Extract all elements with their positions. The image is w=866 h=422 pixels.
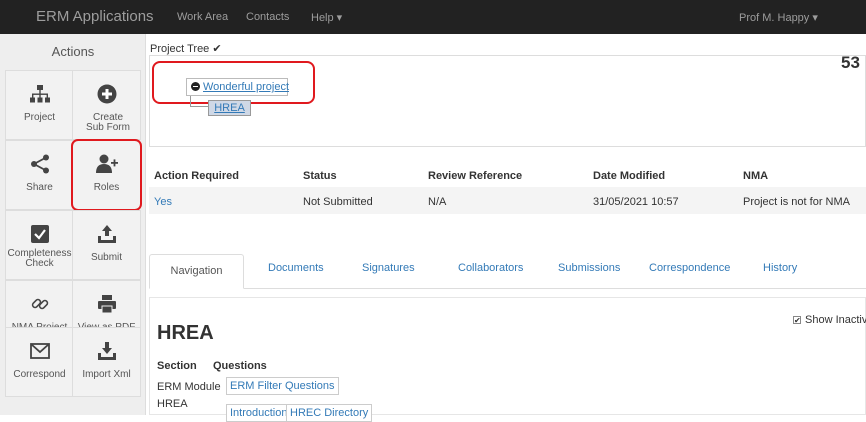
collapse-icon[interactable] xyxy=(191,82,200,91)
import-xml-label: Import Xml xyxy=(82,369,131,380)
import-icon xyxy=(73,340,140,362)
roles-action[interactable]: Roles xyxy=(71,139,142,211)
questions-header: Questions xyxy=(213,360,267,372)
tab-signatures[interactable]: Signatures xyxy=(362,262,415,274)
create-sub-form-action[interactable]: Create Sub Form xyxy=(72,70,141,140)
hrec-directory-link[interactable]: HREC Directory xyxy=(286,404,373,422)
share-action-label: Share xyxy=(26,182,53,193)
project-number: 53 xyxy=(841,53,860,72)
roles-action-label: Roles xyxy=(93,182,120,193)
col-date-modified: Date Modified xyxy=(593,170,666,182)
tree-node-child[interactable]: HREA xyxy=(208,100,251,116)
import-xml-action[interactable]: Import Xml xyxy=(72,327,141,397)
plus-circle-icon xyxy=(73,83,140,105)
submit-action-label: Submit xyxy=(90,252,123,263)
project-action[interactable]: Project xyxy=(5,70,74,140)
col-review-reference: Review Reference xyxy=(428,170,523,182)
tabs-divider xyxy=(149,288,866,289)
envelope-icon xyxy=(6,340,73,362)
tree-connector xyxy=(190,96,208,107)
tree-node-root-link[interactable]: Wonderful project xyxy=(203,81,289,93)
tab-collaborators[interactable]: Collaborators xyxy=(458,262,523,274)
nma-value: Project is not for NMA xyxy=(743,196,850,208)
completeness-check-label: Completeness Check xyxy=(7,248,72,269)
tab-documents[interactable]: Documents xyxy=(268,262,324,274)
project-tree-toggle[interactable]: Project Tree ✔ xyxy=(150,42,222,55)
link-icon xyxy=(6,293,73,315)
col-nma: NMA xyxy=(743,170,769,182)
tab-submissions[interactable]: Submissions xyxy=(558,262,620,274)
share-action[interactable]: Share xyxy=(5,140,74,210)
nav-work-area[interactable]: Work Area xyxy=(177,11,228,23)
checkbox-icon xyxy=(6,223,73,245)
hierarchy-icon xyxy=(6,83,73,105)
top-navbar: ERM Applications Work Area Contacts Help… xyxy=(0,0,866,34)
section-label-erm-module: ERM Module xyxy=(157,381,221,393)
nav-help-dropdown[interactable]: Help ▾ xyxy=(311,11,342,24)
tab-correspondence[interactable]: Correspondence xyxy=(649,262,730,274)
actions-title: Actions xyxy=(51,44,95,59)
erm-filter-questions-link[interactable]: ERM Filter Questions xyxy=(226,377,339,395)
date-modified-value: 31/05/2021 10:57 xyxy=(593,196,679,208)
review-reference-value: N/A xyxy=(428,196,447,208)
user-menu-dropdown[interactable]: Prof M. Happy ▾ xyxy=(739,11,818,24)
show-inactive-toggle[interactable]: ✔ Show Inactive xyxy=(793,314,866,326)
section-title: HREA xyxy=(157,322,214,344)
section-label-hrea: HREA xyxy=(157,398,188,410)
col-action-required: Action Required xyxy=(154,170,239,182)
print-icon xyxy=(73,293,140,315)
upload-icon xyxy=(73,223,140,245)
user-plus-icon xyxy=(73,153,140,175)
create-sub-form-label: Create Sub Form xyxy=(86,112,130,133)
submit-action[interactable]: Submit xyxy=(72,210,141,280)
action-required-link[interactable]: Yes xyxy=(154,196,172,208)
tab-navigation[interactable]: Navigation xyxy=(149,254,244,289)
show-inactive-label: Show Inactive xyxy=(805,314,866,326)
show-inactive-checkbox[interactable]: ✔ xyxy=(793,316,801,325)
tab-history[interactable]: History xyxy=(763,262,797,274)
correspond-label: Correspond xyxy=(13,369,66,380)
section-header: Section xyxy=(157,360,197,372)
tree-node-root[interactable]: Wonderful project xyxy=(186,78,289,96)
nav-contacts[interactable]: Contacts xyxy=(246,11,289,23)
status-value: Not Submitted xyxy=(303,196,373,208)
project-action-label: Project xyxy=(23,112,56,123)
correspond-action[interactable]: Correspond xyxy=(5,327,74,397)
tree-node-child-link[interactable]: HREA xyxy=(214,102,245,114)
share-icon xyxy=(6,153,73,175)
navigation-panel xyxy=(149,297,866,415)
col-status: Status xyxy=(303,170,337,182)
completeness-check-action[interactable]: Completeness Check xyxy=(5,210,74,280)
brand-link[interactable]: ERM Applications xyxy=(36,8,154,25)
introduction-link[interactable]: Introduction xyxy=(226,404,292,422)
